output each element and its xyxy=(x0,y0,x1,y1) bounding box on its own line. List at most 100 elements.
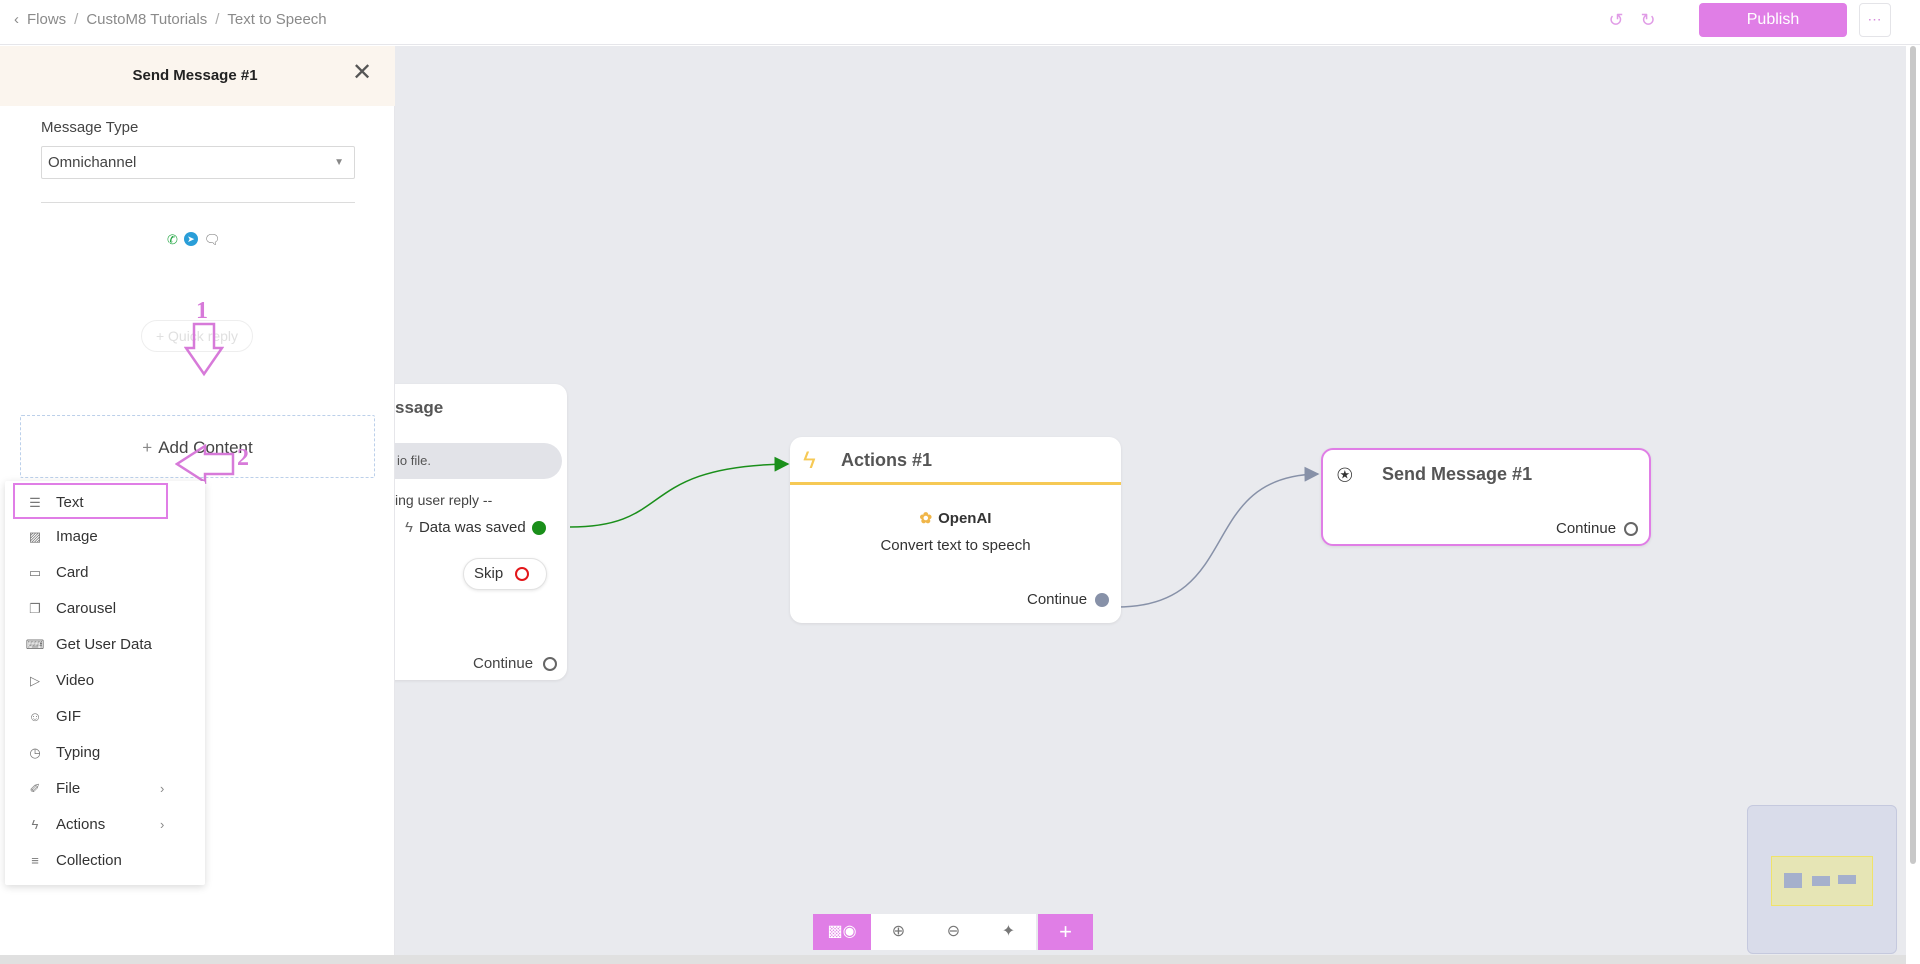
zoom-in-icon[interactable]: ⊕ xyxy=(871,914,926,950)
output-port-skip[interactable] xyxy=(515,567,530,582)
breadcrumb-current: Text to Speech xyxy=(227,11,327,28)
canvas-toolbar: ▩◉ ⊕ ⊖ ✦ + xyxy=(813,914,1094,950)
vertical-scrollbar[interactable] xyxy=(1906,46,1920,964)
continue-label: Continue xyxy=(1027,591,1088,608)
close-icon[interactable]: ✕ xyxy=(352,61,372,85)
flow-node-actions[interactable]: ϟ Actions #1 ✿ OpenAI Convert text to spe… xyxy=(790,437,1121,623)
menu-item-text[interactable]: ☰ Text xyxy=(13,483,168,519)
horizontal-scrollbar[interactable] xyxy=(0,955,1906,964)
node-title: Actions #1 xyxy=(841,450,933,470)
flow-canvas[interactable]: ssage io file. ing user reply -- ϟ Data … xyxy=(395,46,1906,959)
node-reply-text: ing user reply -- xyxy=(395,492,493,508)
telegram-icon: ➤ xyxy=(183,232,198,246)
minimap[interactable] xyxy=(1747,805,1897,954)
eye-toggle-icon[interactable]: ▩◉ xyxy=(813,914,871,950)
message-type-value: Omnichannel xyxy=(48,154,137,171)
menu-item-actions[interactable]: ϟ Actions › xyxy=(5,807,205,843)
panel-header: Send Message #1 ✕ xyxy=(0,46,395,106)
redo-icon[interactable]: ↻ xyxy=(1638,10,1658,30)
output-port-continue[interactable] xyxy=(1095,592,1110,607)
menu-item-carousel[interactable]: ❐ Carousel xyxy=(5,591,205,627)
scrollbar-thumb[interactable] xyxy=(1910,46,1916,864)
continue-label: Continue xyxy=(473,655,534,672)
menu-item-gif[interactable]: ☺ GIF xyxy=(5,699,205,735)
output-port-continue[interactable] xyxy=(543,657,558,672)
openai-icon: ✿ xyxy=(919,510,933,527)
add-node-button[interactable]: + xyxy=(1038,914,1093,950)
annotation-number: 2 xyxy=(237,445,249,471)
menu-item-label: Typing xyxy=(56,744,101,761)
top-bar: ‹ Flows / CustoM8 Tutorials / Text to Sp… xyxy=(0,0,1920,45)
message-type-select[interactable]: Omnichannel ▼ xyxy=(41,146,355,179)
edge-saved-to-actions xyxy=(569,456,790,528)
message-node-icon: ⍟ xyxy=(1337,460,1353,490)
menu-item-file[interactable]: ✐ File › xyxy=(5,771,205,807)
breadcrumb: ‹ Flows / CustoM8 Tutorials / Text to Sp… xyxy=(14,11,327,28)
node-message-bubble: io file. xyxy=(395,443,562,479)
message-type-label: Message Type xyxy=(41,119,139,136)
caret-down-icon: ▼ xyxy=(334,157,344,168)
whatsapp-icon: ✆ xyxy=(167,232,178,247)
menu-item-label: Text xyxy=(56,494,84,511)
node-title: Send Message #1 xyxy=(1382,464,1533,484)
breadcrumb-separator: / xyxy=(215,11,220,28)
openai-label: OpenAI xyxy=(938,510,992,527)
menu-item-label: GIF xyxy=(56,708,81,725)
channel-icons: ✆ ➤ 🗨 xyxy=(167,232,220,248)
paperclip-icon: ✐ xyxy=(29,781,41,796)
flow-node-message[interactable]: ssage io file. ing user reply -- ϟ Data … xyxy=(395,384,567,680)
list-icon: ≡ xyxy=(31,853,39,868)
menu-item-card[interactable]: ▭ Card xyxy=(5,555,205,591)
continue-label: Continue xyxy=(1556,520,1617,537)
chevron-right-icon: › xyxy=(160,817,165,832)
skip-button[interactable]: Skip xyxy=(463,558,547,590)
menu-item-label: Actions xyxy=(56,816,106,833)
menu-item-collection[interactable]: ≡ Collection xyxy=(5,843,205,879)
menu-item-label: Carousel xyxy=(56,600,117,617)
video-icon: ▷ xyxy=(30,673,40,688)
bolt-icon: ϟ xyxy=(405,519,413,536)
output-port-continue[interactable] xyxy=(1624,521,1639,536)
breadcrumb-flows[interactable]: Flows xyxy=(27,11,66,28)
menu-item-get-user-data[interactable]: ⌨ Get User Data xyxy=(5,627,205,663)
add-content-menu: ☰ Text ▨ Image ▭ Card ❐ Carousel ⌨ Get User Data ▷… xyxy=(5,481,205,885)
saved-label: Data was saved xyxy=(418,519,526,536)
node-header: ϟ Actions #1 xyxy=(790,437,1121,485)
output-port-saved[interactable] xyxy=(531,520,546,535)
node-continue: Continue xyxy=(1027,591,1110,608)
openai-service: ✿ OpenAI xyxy=(790,509,1121,527)
undo-icon[interactable]: ↺ xyxy=(1606,10,1626,30)
auto-layout-icon[interactable]: ✦ xyxy=(981,914,1036,950)
edges-layer xyxy=(569,456,1320,608)
chevron-right-icon: › xyxy=(160,781,165,796)
more-options-button[interactable]: ⋯ xyxy=(1859,3,1891,37)
flow-node-send-message[interactable]: ⍟ Send Message #1 Continue xyxy=(1321,448,1651,546)
back-chevron-icon[interactable]: ‹ xyxy=(14,11,19,28)
menu-item-image[interactable]: ▨ Image xyxy=(5,519,205,555)
menu-item-typing[interactable]: ◷ Typing xyxy=(5,735,205,771)
minimap-node xyxy=(1784,873,1802,888)
node-saved-port: ϟ Data was saved xyxy=(405,519,546,536)
menu-item-label: Image xyxy=(56,528,98,545)
bolt-icon: ϟ xyxy=(803,447,816,474)
node-continue: Continue xyxy=(1556,520,1639,537)
text-lines-icon: ☰ xyxy=(29,495,41,510)
menu-item-label: File xyxy=(56,780,81,797)
menu-item-video[interactable]: ▷ Video xyxy=(5,663,205,699)
breadcrumb-separator: / xyxy=(74,11,79,28)
zoom-out-icon[interactable]: ⊖ xyxy=(926,914,981,950)
skip-label: Skip xyxy=(474,565,504,582)
panel-title: Send Message #1 xyxy=(132,67,258,84)
menu-item-label: Collection xyxy=(56,852,122,869)
gif-icon: ☺ xyxy=(28,709,42,724)
bolt-icon: ϟ xyxy=(31,817,39,832)
divider xyxy=(41,202,355,203)
node-title: ssage xyxy=(395,398,444,417)
menu-item-label: Video xyxy=(56,672,95,689)
plus-icon: + xyxy=(142,438,153,457)
breadcrumb-folder[interactable]: CustoM8 Tutorials xyxy=(86,11,207,28)
minimap-node xyxy=(1812,876,1830,886)
annotation-arrow-left-icon xyxy=(175,444,235,484)
card-icon: ▭ xyxy=(28,565,42,580)
publish-button[interactable]: Publish xyxy=(1699,3,1847,37)
